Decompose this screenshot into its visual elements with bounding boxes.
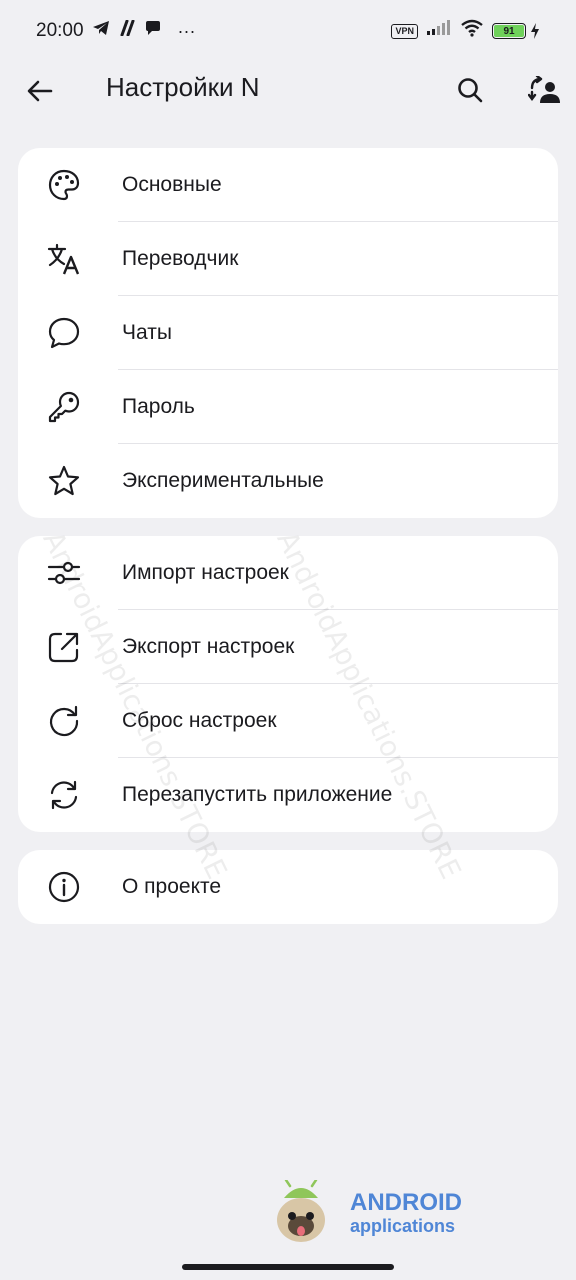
translate-icon: [46, 241, 82, 277]
reset-icon: [46, 703, 82, 739]
settings-item-about[interactable]: О проекте: [18, 850, 558, 924]
status-left: 20:00 ···: [36, 19, 196, 42]
telegram-icon: [92, 20, 110, 42]
signal-icon: [426, 20, 452, 42]
status-right: VPN 91: [391, 19, 540, 43]
arrow-back-icon: [27, 80, 53, 102]
settings-group-about: О проекте: [18, 850, 558, 924]
settings-item-experimental[interactable]: Экспериментальные: [18, 444, 558, 518]
chat-bubble-icon: [46, 315, 82, 351]
more-notifications-icon: ···: [177, 20, 196, 41]
vpn-badge: VPN: [391, 23, 418, 39]
settings-item-label: Экспериментальные: [122, 469, 324, 492]
settings-item-label: Экспорт настроек: [122, 635, 295, 658]
brand-logo: ANDROID applications: [268, 1180, 462, 1246]
settings-item-reset[interactable]: Сброс настроек: [18, 684, 558, 758]
status-time: 20:00: [36, 20, 84, 41]
settings-item-translator[interactable]: Переводчик: [18, 222, 558, 296]
settings-item-general[interactable]: Основные: [18, 148, 558, 222]
brand-text: ANDROID applications: [350, 1189, 462, 1237]
wifi-icon: [460, 19, 484, 43]
info-icon: [46, 869, 82, 905]
settings-item-label: Импорт настроек: [122, 561, 289, 584]
app-bar: Настройки N: [0, 62, 576, 120]
battery-icon: 91: [492, 23, 526, 39]
notification-app-icon: [118, 19, 136, 42]
settings-item-chats[interactable]: Чаты: [18, 296, 558, 370]
battery-level: 91: [494, 25, 524, 37]
settings-item-label: Пароль: [122, 395, 195, 418]
sync-account-icon: [528, 76, 560, 103]
battery: 91: [492, 23, 540, 39]
message-notification-icon: [144, 20, 162, 42]
settings-item-label: Переводчик: [122, 247, 239, 270]
settings-item-password[interactable]: Пароль: [18, 370, 558, 444]
sync-account-button[interactable]: [520, 66, 568, 114]
brand-subtitle: applications: [350, 1216, 456, 1236]
key-icon: [46, 389, 82, 425]
settings-group-backup: Импорт настроек Экспорт настроек Сброс н…: [18, 536, 558, 832]
gesture-navigation-handle[interactable]: [182, 1264, 394, 1270]
search-button[interactable]: [446, 66, 494, 114]
settings-item-restart-app[interactable]: Перезапустить приложение: [18, 758, 558, 832]
status-bar: 20:00 ··· VPN 91: [0, 0, 576, 62]
settings-item-label: Чаты: [122, 321, 172, 344]
page-title: Настройки N: [106, 72, 260, 102]
search-icon: [458, 78, 483, 103]
pug-mascot-icon: [277, 1180, 325, 1242]
palette-icon: [46, 167, 82, 203]
brand-title: ANDROID: [350, 1189, 462, 1216]
charging-icon: [531, 23, 539, 39]
settings-group-main: Основные Переводчик Чаты Пароль Эксперим…: [18, 148, 558, 518]
back-button[interactable]: [16, 67, 64, 115]
settings-item-label: Основные: [122, 173, 222, 196]
restart-icon: [46, 777, 82, 813]
star-icon: [46, 463, 82, 499]
export-icon: [46, 629, 82, 665]
